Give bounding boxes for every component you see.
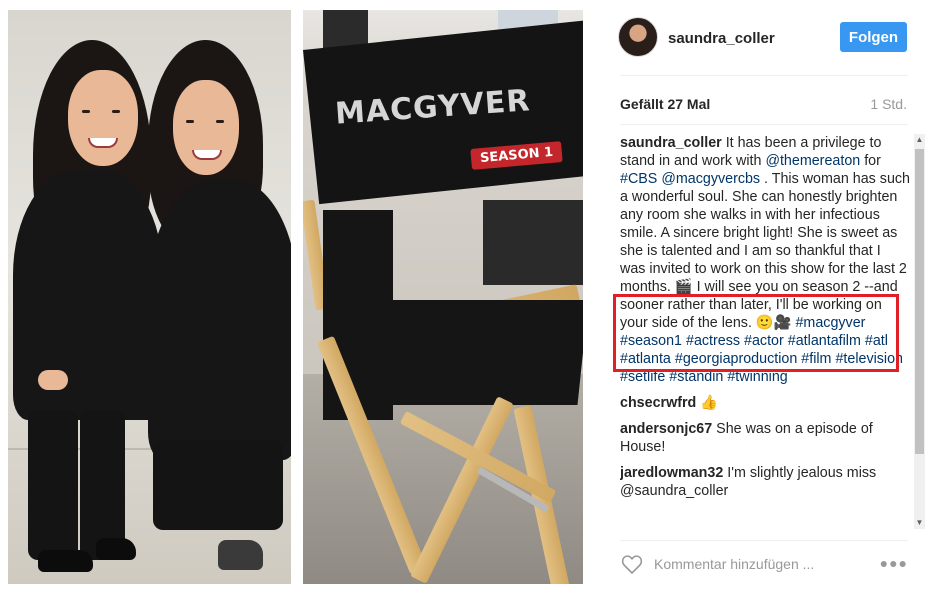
comment-item: andersonjc67 She was on a episode of Hou… bbox=[620, 420, 910, 456]
comment-thread: chsecrwfrd 👍 andersonjc67 She was on a ep… bbox=[620, 394, 910, 500]
post-image: MACGYVER SEASON 1 bbox=[0, 0, 600, 596]
post-sidebar: saundra_coller Folgen Gefällt 27 Mal 1 S… bbox=[600, 0, 930, 596]
comment-item: jaredlowman32 I'm slightly jealous miss … bbox=[620, 464, 910, 500]
scrollbar-thumb[interactable] bbox=[915, 149, 924, 454]
person-right bbox=[138, 10, 291, 584]
hashtag-link[interactable]: #CBS bbox=[620, 171, 657, 187]
comments-scrollbar[interactable]: ▲ ▼ bbox=[914, 134, 925, 529]
more-options-icon[interactable]: ●●● bbox=[880, 555, 908, 571]
scroll-down-arrow-icon[interactable]: ▼ bbox=[914, 517, 925, 529]
mention-link[interactable]: @themereaton bbox=[765, 153, 860, 169]
caption-text-segment: . This woman has such a wonderful soul. … bbox=[620, 171, 910, 331]
heart-icon[interactable] bbox=[620, 552, 644, 576]
hashtag-link[interactable]: #atlanta bbox=[620, 351, 671, 367]
caption-text-segment: for bbox=[860, 153, 881, 169]
caption-body: It has been a privilege to stand in and … bbox=[620, 135, 910, 385]
likes-row: Gefällt 27 Mal 1 Std. bbox=[600, 88, 930, 124]
comments-divider bbox=[620, 540, 908, 541]
hashtag-link[interactable]: #setlife bbox=[620, 369, 665, 385]
scroll-up-arrow-icon[interactable]: ▲ bbox=[914, 134, 925, 146]
post-header: saundra_coller Folgen bbox=[600, 0, 930, 75]
avatar[interactable] bbox=[618, 17, 658, 57]
hashtag-link[interactable]: #actress bbox=[686, 333, 740, 349]
header-divider bbox=[620, 75, 908, 76]
likes-divider bbox=[620, 124, 908, 125]
hashtag-link[interactable]: #georgiaproduction bbox=[675, 351, 797, 367]
hashtag-link[interactable]: #television bbox=[835, 351, 903, 367]
photo-two-women bbox=[8, 10, 291, 584]
equipment-case bbox=[483, 200, 583, 285]
comment-username[interactable]: andersonjc67 bbox=[620, 421, 712, 437]
comment-input[interactable] bbox=[654, 551, 864, 577]
hashtag-link[interactable]: #twinning bbox=[727, 369, 787, 385]
comment-username[interactable]: jaredlowman32 bbox=[620, 465, 723, 481]
comments-list[interactable]: saundra_coller It has been a privilege t… bbox=[620, 134, 910, 529]
hashtag-link[interactable]: #actor bbox=[744, 333, 784, 349]
username-link[interactable]: saundra_coller bbox=[668, 30, 775, 47]
photo-directors-chair: MACGYVER SEASON 1 bbox=[303, 10, 583, 584]
comment-text: 👍 bbox=[696, 395, 719, 411]
follow-button[interactable]: Folgen bbox=[840, 22, 907, 52]
hashtag-link[interactable]: #atl bbox=[865, 333, 888, 349]
hashtag-link[interactable]: #macgyver bbox=[795, 315, 865, 331]
comment-item: chsecrwfrd 👍 bbox=[620, 394, 910, 412]
caption-username[interactable]: saundra_coller bbox=[620, 135, 722, 151]
comment-bar: ●●● bbox=[600, 545, 930, 585]
hashtag-link[interactable]: #atlantafilm bbox=[788, 333, 861, 349]
hashtag-link[interactable]: #season1 bbox=[620, 333, 682, 349]
hashtag-link[interactable]: #film bbox=[801, 351, 831, 367]
post-timestamp[interactable]: 1 Std. bbox=[870, 96, 907, 112]
post-caption: saundra_coller It has been a privilege t… bbox=[620, 134, 910, 386]
comment-username[interactable]: chsecrwfrd bbox=[620, 395, 696, 411]
mention-link[interactable]: @macgyvercbs bbox=[661, 171, 760, 187]
person-left bbox=[8, 10, 163, 584]
hashtag-link[interactable]: #standin bbox=[669, 369, 723, 385]
likes-count[interactable]: Gefällt 27 Mal bbox=[620, 96, 710, 112]
